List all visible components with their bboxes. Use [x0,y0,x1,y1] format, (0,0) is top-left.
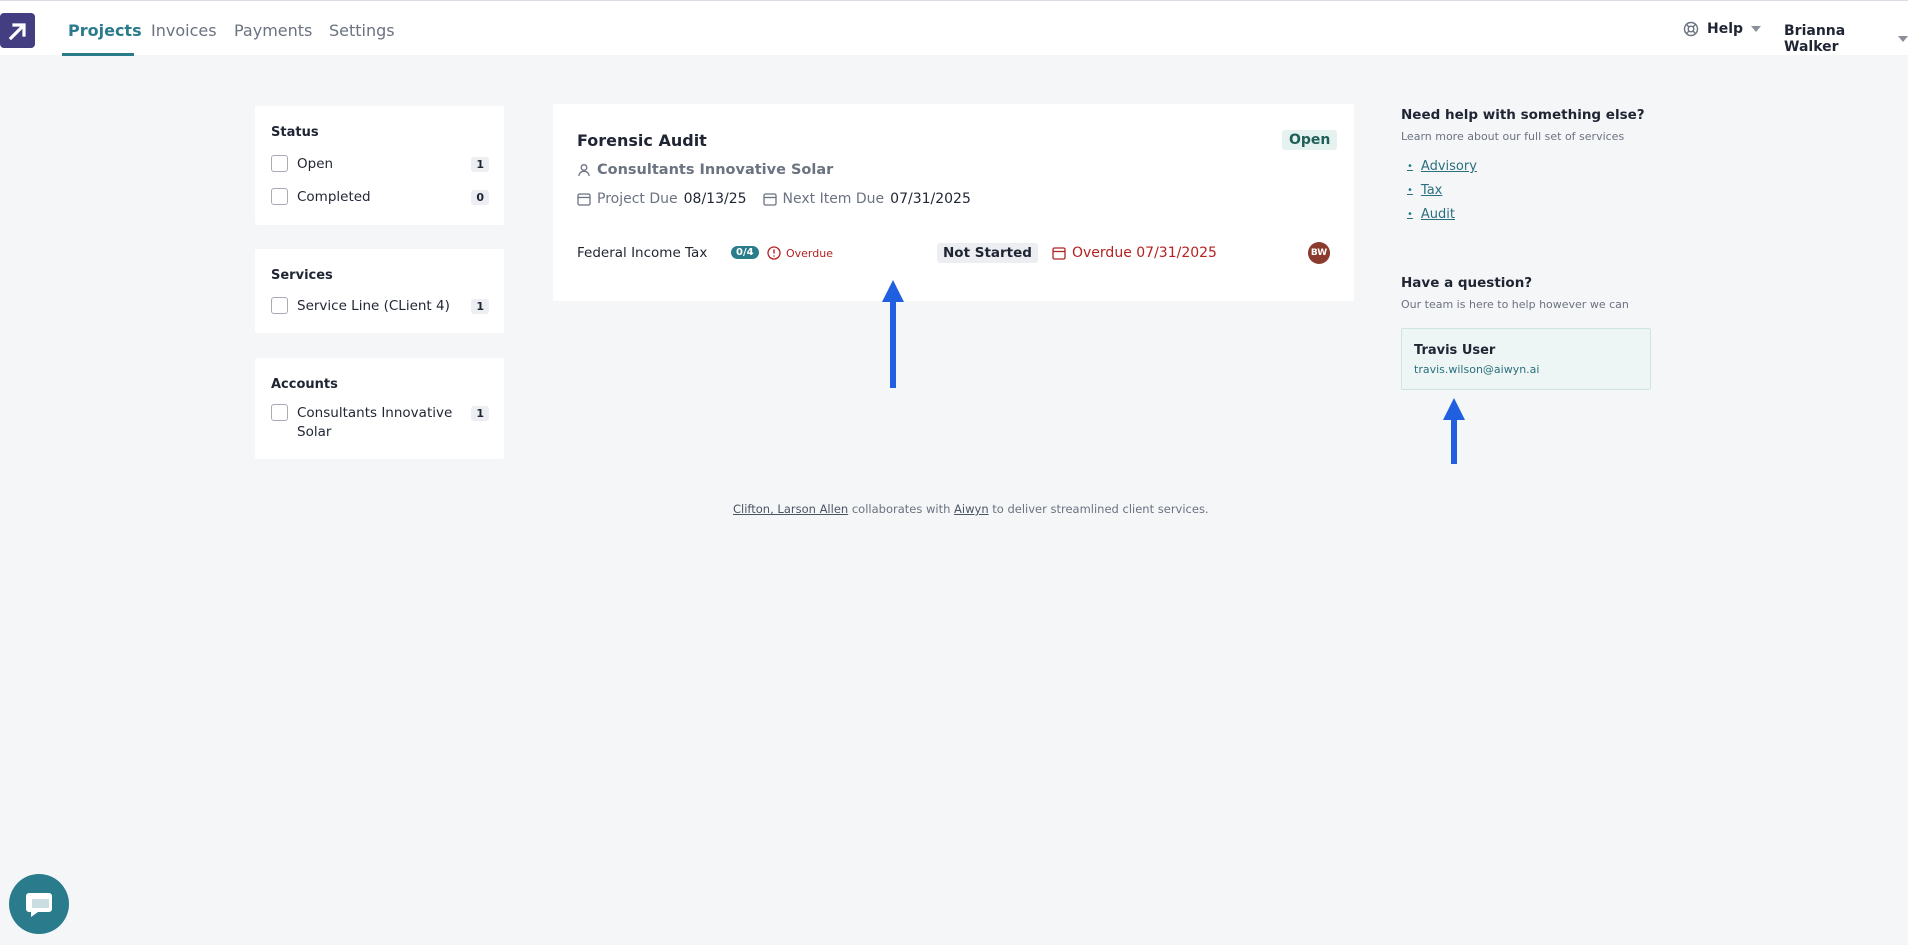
tab-payments[interactable]: Payments [234,21,312,40]
filter-label: Service Line (CLient 4) [297,298,450,314]
person-icon [578,164,590,177]
count-badge: 1 [471,157,489,172]
services-filter-panel: Services Service Line (CLient 4) 1 [255,249,504,333]
status-badge: Open [1282,130,1338,150]
count-badge: 1 [471,406,489,421]
calendar-icon [762,193,777,206]
service-link-label[interactable]: Audit [1421,207,1455,222]
help-heading: Need help with something else? [1401,107,1645,123]
task-name[interactable]: Federal Income Tax [577,245,707,261]
footer-text: Clifton, Larson Allen collaborates with … [733,502,1209,516]
filter-option-completed[interactable]: Completed 0 [271,188,489,207]
count-badge: 0 [471,190,489,205]
contact-name: Travis User [1414,343,1496,358]
bullet: • [1407,161,1413,172]
project-client: Consultants Innovative Solar [577,162,833,178]
firm-link[interactable]: Clifton, Larson Allen [733,502,848,516]
chevron-down-icon [1751,26,1762,32]
alert-circle-icon [767,246,781,260]
annotation-arrow-icon [882,280,904,388]
app-logo[interactable] [0,13,35,48]
help-subheading: Learn more about our full set of service… [1401,130,1625,143]
tab-projects[interactable]: Projects [68,21,142,40]
open-checkbox[interactable] [271,155,288,172]
task-progress-badge: 0/4 [731,246,759,259]
task-due-text: Overdue 07/31/2025 [1072,245,1217,261]
completed-checkbox[interactable] [271,188,288,205]
filter-label: Consultants Innovative Solar [297,405,453,440]
footer-mid: collaborates with [848,502,955,516]
count-badge: 1 [471,299,489,314]
contact-email[interactable]: travis.wilson@aiwyn.ai [1414,363,1539,376]
help-lifebuoy-icon [1683,21,1699,37]
service-link-tax[interactable]: • Tax [1407,183,1442,198]
footer-end: to deliver streamlined client services. [988,502,1209,516]
filter-option-service-line[interactable]: Service Line (CLient 4) 1 [271,297,489,316]
filter-label: Open [297,156,334,172]
task-row[interactable]: Federal Income Tax 0/4 Overdue Not Start… [577,241,1332,267]
active-tab-indicator [62,53,134,56]
calendar-icon [1052,247,1066,260]
client-name: Consultants Innovative Solar [597,162,834,178]
accounts-filter-panel: Accounts Consultants Innovative Solar 1 [255,358,504,459]
service-line-checkbox[interactable] [271,297,288,314]
task-due: Overdue 07/31/2025 [1052,245,1217,261]
service-link-advisory[interactable]: • Advisory [1407,159,1477,174]
status-filter-title: Status [271,125,319,140]
next-item-due-value: 07/31/2025 [890,191,971,207]
bullet: • [1407,185,1413,196]
logo-arrow-icon [8,22,26,40]
filter-option-open[interactable]: Open 1 [271,155,489,174]
annotation-arrow-icon [1443,398,1465,464]
contact-card[interactable]: Travis User travis.wilson@aiwyn.ai [1401,328,1651,390]
service-link-audit[interactable]: • Audit [1407,207,1455,222]
service-link-label[interactable]: Tax [1421,183,1442,198]
calendar-icon [577,193,591,206]
user-menu[interactable]: Brianna Walker [1784,23,1908,55]
filter-label: Completed [297,189,371,205]
accounts-filter-title: Accounts [271,377,338,392]
project-due-dates: Project Due 08/13/25 Next Item Due 07/31… [577,191,981,207]
user-name: Brianna Walker [1784,23,1846,55]
avatar[interactable]: BW [1308,242,1330,264]
filter-option-account[interactable]: Consultants Innovative Solar 1 [271,404,489,442]
help-menu[interactable]: Help [1683,21,1762,37]
tab-invoices[interactable]: Invoices [151,21,217,40]
question-heading: Have a question? [1401,275,1533,291]
tab-settings[interactable]: Settings [329,21,395,40]
chat-icon [26,893,52,917]
service-link-label[interactable]: Advisory [1421,159,1477,174]
help-label: Help [1707,21,1744,37]
project-title[interactable]: Forensic Audit [577,131,707,150]
task-status-badge: Not Started [937,243,1038,263]
top-navigation-bar: Projects Invoices Payments Settings Help… [0,0,1908,56]
project-due-label: Project Due [597,191,678,207]
account-checkbox[interactable] [271,404,288,421]
project-card[interactable]: Forensic Audit Open Consultants Innovati… [553,104,1354,301]
partner-link[interactable]: Aiwyn [954,502,989,516]
overdue-flag: Overdue [767,246,833,260]
chevron-down-icon [1898,36,1908,42]
question-subheading: Our team is here to help however we can [1401,298,1629,311]
status-filter-panel: Status Open 1 Completed 0 [255,106,504,225]
bullet: • [1407,209,1413,220]
project-due-value: 08/13/25 [683,191,747,207]
next-item-due-label: Next Item Due [782,191,885,207]
services-filter-title: Services [271,268,333,283]
chat-button[interactable] [9,874,69,934]
overdue-flag-label: Overdue [786,246,833,260]
